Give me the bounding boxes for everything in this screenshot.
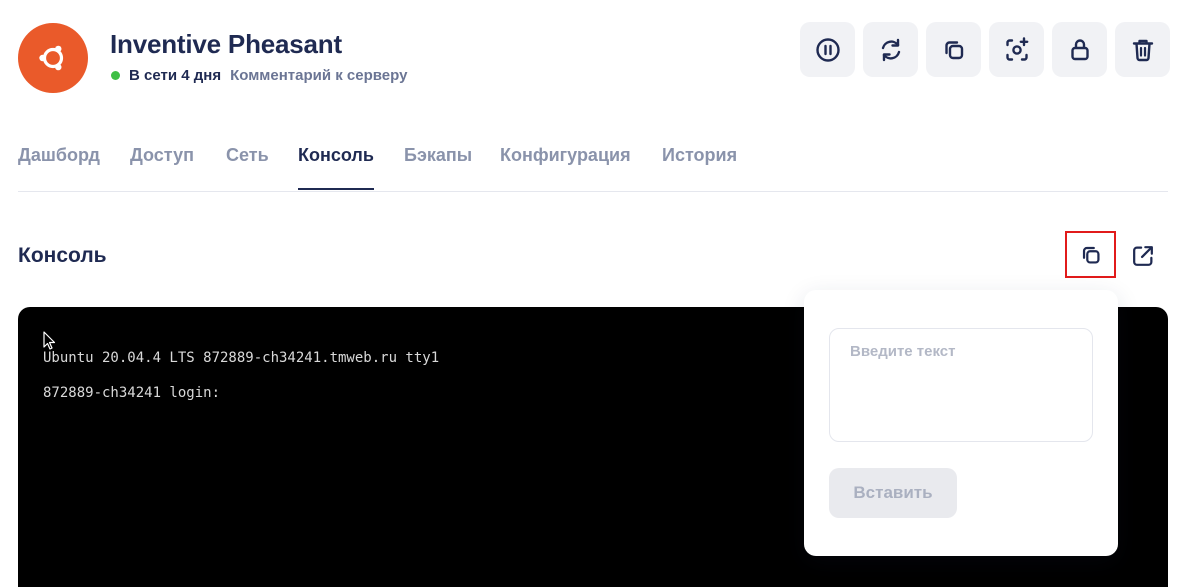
trash-icon (1132, 39, 1153, 61)
lock-button[interactable] (1052, 22, 1107, 77)
reload-button[interactable] (863, 22, 918, 77)
server-tabs: Дашборд Доступ Сеть Консоль Бэкапы Конфи… (18, 130, 1168, 192)
server-name: Inventive Pheasant (110, 29, 342, 59)
server-actions-toolbar (800, 22, 1170, 77)
copy-icon (1082, 246, 1100, 264)
reload-icon (881, 38, 900, 61)
status-dot (111, 71, 120, 80)
console-line: Ubuntu 20.04.4 LTS 872889-ch34241.tmweb.… (43, 350, 440, 366)
snapshot-button[interactable] (989, 22, 1044, 77)
tab-history[interactable]: История (662, 145, 737, 166)
tab-configuration[interactable]: Конфигурация (500, 145, 631, 166)
delete-button[interactable] (1115, 22, 1170, 77)
paste-text-popover: Вставить (804, 290, 1118, 556)
status-badge: В сети 4 дня (129, 67, 222, 84)
server-comment-link[interactable]: Комментарий к серверу (230, 67, 407, 84)
external-link-icon (1133, 246, 1153, 266)
clone-button[interactable] (926, 22, 981, 77)
lock-icon (1070, 38, 1089, 60)
tab-access[interactable]: Доступ (130, 145, 194, 166)
ubuntu-logo-icon (39, 45, 64, 71)
paste-text-input[interactable] (829, 328, 1093, 442)
section-title: Консоль (18, 244, 107, 267)
server-avatar (18, 23, 88, 93)
active-tab-indicator (298, 188, 374, 190)
pause-icon (815, 37, 840, 62)
tab-dashboard[interactable]: Дашборд (18, 145, 100, 166)
tab-console[interactable]: Консоль (298, 145, 374, 166)
tab-backups[interactable]: Бэкапы (404, 145, 472, 166)
snapshot-icon (1005, 36, 1028, 61)
console-line: 872889-ch34241 login: (43, 385, 221, 401)
pause-button[interactable] (800, 22, 855, 77)
server-status-row: В сети 4 дня Комментарий к серверу (111, 67, 407, 84)
mouse-cursor-icon (43, 331, 56, 350)
tab-network[interactable]: Сеть (226, 145, 269, 166)
insert-button[interactable]: Вставить (829, 468, 957, 518)
copy-icon (944, 40, 963, 59)
paste-text-button[interactable] (1065, 231, 1116, 278)
open-console-new-window-button[interactable] (1125, 238, 1161, 274)
